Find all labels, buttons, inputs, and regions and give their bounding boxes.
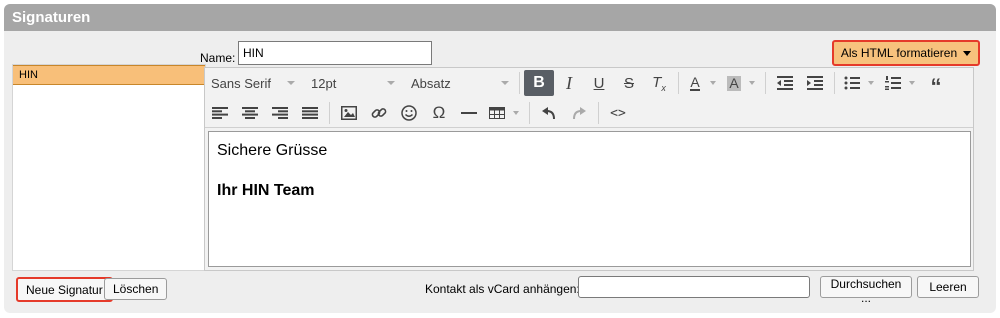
insert-link-button[interactable] bbox=[364, 100, 394, 126]
format-as-html-label: Als HTML formatieren bbox=[840, 46, 958, 60]
vcard-label: Kontakt als vCard anhängen: bbox=[425, 282, 580, 296]
horizontal-rule-icon bbox=[461, 112, 477, 114]
strikethrough-icon: S bbox=[623, 74, 634, 92]
toolbar-separator bbox=[598, 102, 599, 124]
chevron-down-icon bbox=[501, 81, 509, 85]
toolbar-separator bbox=[329, 102, 330, 124]
editor-toolbar: Sans Serif 12pt Absatz B I U S Tx A A “ … bbox=[205, 68, 973, 128]
signature-list: HIN bbox=[12, 64, 206, 271]
toolbar-separator bbox=[765, 72, 766, 94]
emoji-icon bbox=[401, 105, 417, 121]
chevron-down-icon bbox=[710, 81, 716, 85]
chevron-down-icon bbox=[513, 111, 519, 115]
italic-icon: I bbox=[566, 72, 572, 93]
underline-icon: U bbox=[593, 74, 605, 92]
numbered-list-button[interactable] bbox=[880, 70, 921, 96]
redo-icon bbox=[573, 107, 586, 119]
bold-button[interactable]: B bbox=[524, 70, 554, 96]
strikethrough-button[interactable]: S bbox=[614, 70, 644, 96]
toolbar-separator bbox=[834, 72, 835, 94]
insert-table-button[interactable] bbox=[484, 100, 525, 126]
editor-line-2: Ihr HIN Team bbox=[217, 182, 315, 199]
browse-button[interactable]: Durchsuchen ... bbox=[820, 276, 912, 305]
insert-image-button[interactable] bbox=[334, 100, 364, 126]
name-label: Name: bbox=[200, 51, 236, 65]
font-size-select[interactable]: 12pt bbox=[305, 70, 401, 96]
chevron-down-icon bbox=[868, 81, 874, 85]
new-signature-button[interactable]: Neue Signatur bbox=[16, 277, 113, 302]
bold-icon: B bbox=[533, 74, 545, 91]
editor-content[interactable]: Sichere Grüsse Ihr HIN Team bbox=[208, 131, 971, 267]
redo-button[interactable] bbox=[564, 100, 594, 126]
rich-text-editor: Sans Serif 12pt Absatz B I U S Tx A A “ … bbox=[204, 67, 974, 271]
align-center-icon bbox=[242, 107, 258, 119]
chevron-down-icon bbox=[909, 81, 915, 85]
align-left-button[interactable] bbox=[205, 100, 235, 126]
format-as-html-button[interactable]: Als HTML formatieren bbox=[832, 40, 980, 66]
chevron-down-icon bbox=[387, 81, 395, 85]
vcard-input[interactable] bbox=[578, 276, 810, 298]
align-justify-icon bbox=[302, 107, 318, 119]
chevron-down-icon bbox=[287, 81, 295, 85]
toolbar-separator bbox=[678, 72, 679, 94]
caret-down-icon bbox=[963, 50, 972, 56]
italic-button[interactable]: I bbox=[554, 70, 584, 96]
font-size-value: 12pt bbox=[311, 75, 337, 91]
chevron-down-icon bbox=[749, 81, 755, 85]
align-justify-button[interactable] bbox=[295, 100, 325, 126]
bullet-list-button[interactable] bbox=[839, 70, 880, 96]
font-family-value: Sans Serif bbox=[211, 75, 271, 91]
name-input[interactable] bbox=[238, 41, 432, 65]
align-left-icon bbox=[212, 107, 228, 119]
block-format-value: Absatz bbox=[411, 75, 451, 91]
outdent-button[interactable] bbox=[770, 70, 800, 96]
outdent-icon bbox=[777, 76, 793, 90]
background-color-icon: A bbox=[727, 74, 741, 91]
underline-button[interactable]: U bbox=[584, 70, 614, 96]
align-right-button[interactable] bbox=[265, 100, 295, 126]
align-center-button[interactable] bbox=[235, 100, 265, 126]
insert-horizontal-rule-button[interactable] bbox=[454, 100, 484, 126]
special-char-icon: Ω bbox=[432, 103, 446, 122]
toolbar-separator bbox=[519, 72, 520, 94]
align-right-icon bbox=[272, 107, 288, 119]
blockquote-button[interactable]: “ bbox=[921, 70, 951, 99]
indent-button[interactable] bbox=[800, 70, 830, 96]
insert-special-char-button[interactable]: Ω bbox=[424, 100, 454, 126]
text-color-icon: A bbox=[690, 74, 700, 91]
background-color-button[interactable]: A bbox=[722, 70, 761, 96]
bullet-list-icon bbox=[844, 76, 860, 90]
image-icon bbox=[341, 106, 357, 120]
numbered-list-icon bbox=[885, 76, 901, 90]
block-format-select[interactable]: Absatz bbox=[405, 70, 515, 96]
link-icon bbox=[371, 108, 387, 118]
signature-list-item[interactable]: HIN bbox=[13, 65, 205, 85]
blockquote-icon: “ bbox=[930, 74, 942, 99]
source-code-button[interactable]: <> bbox=[603, 100, 633, 126]
undo-icon bbox=[542, 107, 555, 119]
source-code-icon: <> bbox=[610, 105, 626, 121]
editor-line-1: Sichere Grüsse bbox=[217, 142, 328, 159]
indent-icon bbox=[807, 76, 823, 90]
font-family-select[interactable]: Sans Serif bbox=[205, 70, 301, 96]
toolbar-separator bbox=[529, 102, 530, 124]
text-color-button[interactable]: A bbox=[683, 70, 722, 96]
clear-format-button[interactable]: Tx bbox=[644, 70, 674, 96]
delete-button[interactable]: Löschen bbox=[104, 278, 168, 300]
table-icon bbox=[489, 107, 505, 119]
panel-title: Signaturen bbox=[4, 4, 996, 31]
insert-emoji-button[interactable] bbox=[394, 100, 424, 126]
undo-button[interactable] bbox=[534, 100, 564, 126]
clear-format-icon: Tx bbox=[652, 73, 666, 93]
clear-button[interactable]: Leeren bbox=[917, 276, 979, 298]
